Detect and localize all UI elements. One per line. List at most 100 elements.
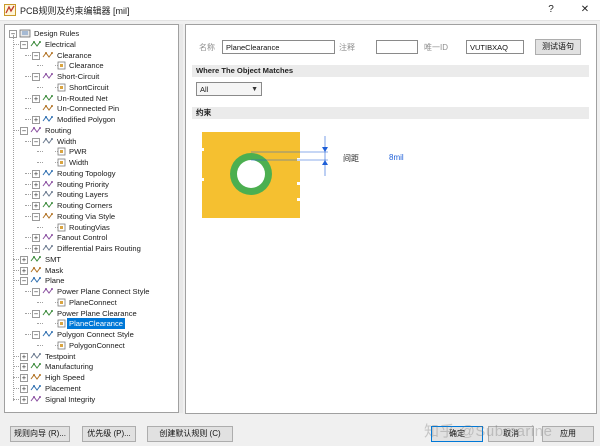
unique-id-field[interactable]: VUTIBXAQ	[466, 40, 524, 54]
expand-icon[interactable]: +	[32, 202, 40, 210]
tree-item[interactable]: PWR	[5, 146, 178, 157]
tree-connector	[37, 344, 43, 346]
tree-item[interactable]: − Power Plane Clearance	[5, 308, 178, 319]
tree-item-label: Signal Integrity	[45, 394, 96, 404]
scope-select[interactable]: All ▼	[196, 82, 262, 96]
tree-item[interactable]: + Signal Integrity	[5, 394, 178, 405]
tree-item-label: Manufacturing	[45, 362, 94, 372]
clearance-icon	[42, 51, 53, 58]
tree-connector	[25, 140, 31, 142]
tree-item[interactable]: Width	[5, 157, 178, 168]
expand-icon[interactable]: +	[20, 374, 28, 382]
pane-splitter[interactable]	[179, 24, 183, 413]
tree-item[interactable]: − Clearance	[5, 50, 178, 61]
placement-icon	[30, 384, 41, 391]
tree-connector	[25, 54, 31, 56]
tree-item[interactable]: + Placement	[5, 383, 178, 394]
tree-item-label: ShortCircuit	[69, 82, 109, 92]
tree-item[interactable]: + Modified Polygon	[5, 114, 178, 125]
plane-clearance-icon	[42, 309, 53, 316]
rule-wizard-button[interactable]: 规则向导 (R)...	[10, 426, 70, 442]
tree-item[interactable]: + Routing Corners	[5, 200, 178, 211]
comment-field[interactable]	[376, 40, 418, 54]
tree-item[interactable]: Clearance	[5, 60, 178, 71]
collapse-icon[interactable]: −	[32, 288, 40, 296]
smt-icon	[30, 255, 41, 262]
expand-icon[interactable]: +	[20, 363, 28, 372]
tree-item[interactable]: − Electrical	[5, 39, 178, 50]
collapse-icon[interactable]: −	[20, 277, 28, 286]
tree-item[interactable]: − Polygon Connect Style	[5, 329, 178, 340]
priorities-button[interactable]: 优先级 (P)...	[82, 426, 136, 442]
close-button[interactable]: ✕	[574, 1, 596, 19]
tree-item[interactable]: PlaneConnect	[5, 297, 178, 308]
expand-icon[interactable]: +	[32, 169, 40, 178]
collapse-icon[interactable]: −	[32, 331, 40, 339]
tree-item[interactable]: + Fanout Control	[5, 232, 178, 243]
tree-connector	[25, 194, 31, 196]
collapse-icon[interactable]: −	[32, 51, 40, 60]
rule-icon	[55, 147, 66, 156]
tree-item-label: Modified Polygon	[57, 115, 116, 124]
tree-item[interactable]: − Width	[5, 136, 178, 147]
tree-item[interactable]: + SMT	[5, 254, 178, 265]
tree-item-label: Testpoint	[45, 351, 76, 361]
expand-icon[interactable]: +	[32, 234, 40, 243]
rules-tree[interactable]: − Design Rules − Electrical − Clearance Cleara…	[4, 24, 179, 413]
collapse-icon[interactable]: −	[20, 126, 28, 135]
tree-item[interactable]: Un-Connected Pin	[5, 103, 178, 114]
tree-item[interactable]: + High Speed	[5, 372, 178, 383]
expand-icon[interactable]: +	[32, 191, 40, 200]
collapse-icon[interactable]: −	[32, 212, 40, 221]
tree-item[interactable]: + Routing Topology	[5, 168, 178, 179]
tree-item[interactable]: − Routing	[5, 125, 178, 136]
tree-item[interactable]: − Plane	[5, 275, 178, 286]
name-field[interactable]: PlaneClearance	[222, 40, 335, 54]
apply-button[interactable]: 应用	[542, 426, 594, 442]
cancel-button[interactable]: 取消	[488, 426, 534, 442]
expand-icon[interactable]: +	[20, 352, 28, 361]
expand-icon[interactable]: +	[20, 395, 28, 404]
tree-item-label: High Speed	[45, 373, 85, 382]
tree-item-label: Design Rules	[34, 29, 80, 38]
tree-item[interactable]: + Routing Layers	[5, 189, 178, 200]
gap-value[interactable]: 8mil	[389, 153, 404, 162]
expand-icon[interactable]: +	[32, 116, 40, 124]
plane-icon	[30, 277, 41, 284]
expand-icon[interactable]: +	[32, 94, 40, 103]
collapse-icon[interactable]: −	[32, 137, 40, 146]
expand-icon[interactable]: +	[20, 266, 28, 275]
constraints-header: 约束	[192, 107, 589, 119]
test-query-button[interactable]: 测试语句	[535, 39, 581, 55]
collapse-icon[interactable]: −	[20, 40, 28, 49]
tree-item[interactable]: + Routing Priority	[5, 179, 178, 190]
tree-item[interactable]: − Routing Via Style	[5, 211, 178, 222]
rule-icon	[55, 61, 66, 70]
tree-item[interactable]: PolygonConnect	[5, 340, 178, 351]
expand-icon[interactable]: +	[32, 180, 40, 189]
tree-item[interactable]: − Short-Circuit	[5, 71, 178, 82]
tree-item[interactable]: RoutingVias	[5, 222, 178, 233]
create-default-rules-button[interactable]: 创建默认规则 (C)	[147, 426, 233, 442]
expand-icon[interactable]: +	[20, 384, 28, 393]
tree-item[interactable]: + Un-Routed Net	[5, 93, 178, 104]
tree-item[interactable]: + Manufacturing	[5, 361, 178, 372]
tree-item[interactable]: + Testpoint	[5, 351, 178, 362]
tree-item[interactable]: + Differential Pairs Routing	[5, 243, 178, 254]
collapse-icon[interactable]: −	[32, 73, 40, 81]
width-icon	[42, 137, 53, 144]
ok-button[interactable]: 确定	[431, 426, 483, 442]
collapse-icon[interactable]: −	[32, 309, 40, 318]
tree-item[interactable]: − Power Plane Connect Style	[5, 286, 178, 297]
tree-item[interactable]: ShortCircuit	[5, 82, 178, 93]
help-button[interactable]: ?	[540, 1, 562, 19]
expand-icon[interactable]: +	[20, 255, 28, 264]
tree-item-label: Routing Corners	[57, 201, 113, 210]
tree-connector	[25, 237, 31, 239]
scope-select-value: All	[200, 85, 209, 94]
tree-item-label: PlaneClearance	[67, 318, 126, 330]
tree-item[interactable]: + Mask	[5, 265, 178, 276]
tree-item[interactable]: − Design Rules	[5, 28, 178, 39]
expand-icon[interactable]: +	[32, 245, 40, 253]
tree-item[interactable]: PlaneClearance	[5, 318, 178, 330]
